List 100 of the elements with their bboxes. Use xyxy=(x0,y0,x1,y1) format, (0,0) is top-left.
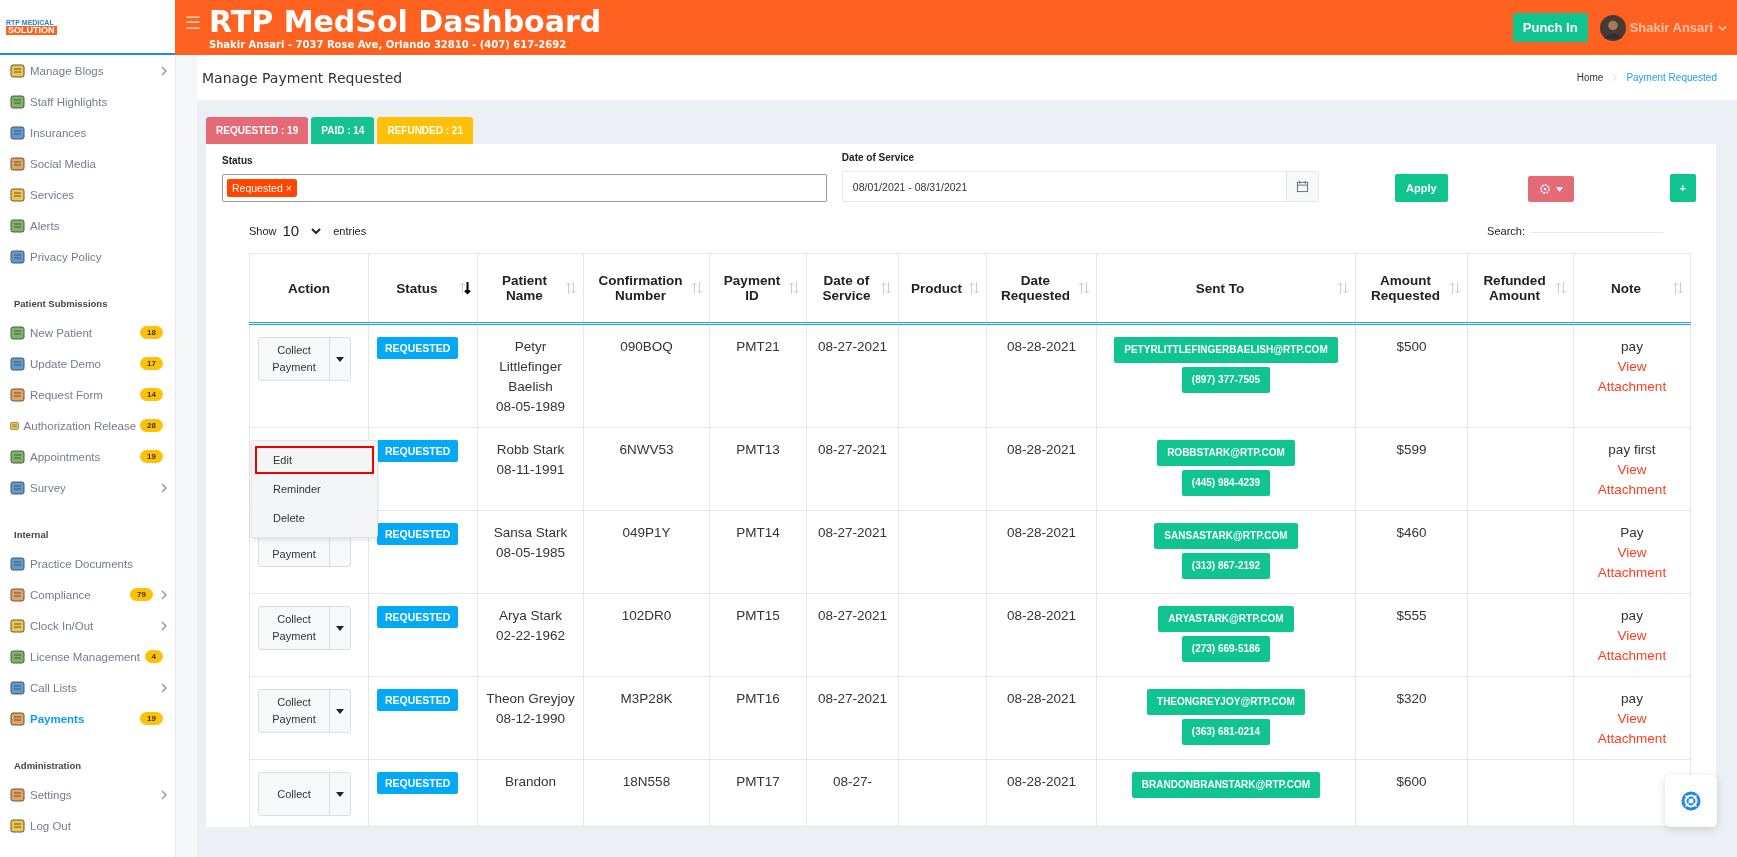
nav-item[interactable]: Authorization Release 28 xyxy=(10,410,175,441)
phone-badge: (313) 867-2192 xyxy=(1181,553,1271,579)
birth-date: 02-22-1962 xyxy=(495,628,566,643)
status-badge: REQUESTED xyxy=(377,772,459,794)
status-badge: REQUESTED xyxy=(377,337,459,359)
column-header[interactable]: Action xyxy=(249,253,369,324)
view-attachment-link[interactable]: View Attachment xyxy=(1582,543,1682,583)
page-title: Manage Payment Requested xyxy=(202,69,403,86)
view-attachment-link[interactable]: View Attachment xyxy=(1582,460,1682,500)
table-cell: 08-27-2021 xyxy=(806,593,899,677)
nav-item[interactable]: Survey xyxy=(10,472,175,503)
sort-icon[interactable] xyxy=(459,281,471,295)
nav-item[interactable]: Payments 19 xyxy=(10,703,175,734)
tile-icon xyxy=(10,648,26,665)
nav-item[interactable]: Practice Documents xyxy=(10,548,175,579)
nav-item[interactable]: Update Demo 17 xyxy=(10,348,175,379)
note-text: pay first xyxy=(1608,442,1656,457)
column-header[interactable]: Sent To xyxy=(1096,253,1356,324)
tile-icon xyxy=(10,817,26,834)
caret-icon[interactable] xyxy=(336,791,344,797)
nav-item[interactable]: Manage Blogs xyxy=(10,55,175,86)
nav-item[interactable]: Call Lists xyxy=(10,672,175,703)
chevron-down-icon xyxy=(311,227,322,234)
table-cell: PMT14 xyxy=(709,510,807,594)
table-cell: PMT21 xyxy=(709,323,807,428)
note-text: Pay xyxy=(1620,525,1644,540)
nav-item[interactable]: Privacy Policy xyxy=(10,241,175,272)
nav-item[interactable]: License Management 4 xyxy=(10,641,175,672)
count-badge: 18 xyxy=(140,326,163,339)
app-subtitle: Shakir Ansari - 7037 Rose Ave, Orlando 32810 - (407) 617-2692 xyxy=(209,39,568,50)
patient-name: Robb Stark xyxy=(496,442,565,457)
nav-item[interactable]: Clock In/Out xyxy=(10,610,175,641)
tile-icon xyxy=(10,93,26,110)
column-header[interactable]: Note xyxy=(1573,253,1691,324)
table-cell: 08-28-2021 xyxy=(986,510,1097,594)
nav-item[interactable]: Log Out xyxy=(10,810,175,841)
phone-badge: (273) 669-5186 xyxy=(1181,636,1271,662)
nav-item[interactable]: Compliance 79 xyxy=(10,579,175,610)
table-cell: $500 xyxy=(1355,323,1468,428)
table-cell: 08-28-2021 xyxy=(986,427,1097,511)
tile-icon xyxy=(10,448,26,465)
nav-item[interactable]: Appointments 19 xyxy=(10,441,175,472)
calendar-icon[interactable] xyxy=(1296,180,1309,193)
tile-icon xyxy=(10,62,26,79)
field-label: Status xyxy=(222,155,254,166)
help-button[interactable] xyxy=(1665,775,1717,827)
table-cell: 049P1Y xyxy=(583,510,710,594)
caret-icon[interactable] xyxy=(336,708,344,714)
nav-item[interactable]: Settings xyxy=(10,779,175,810)
email-badge: SANSASTARK@RTP.COM xyxy=(1154,523,1298,549)
phone-badge: (445) 984-4239 xyxy=(1181,470,1271,496)
caret-icon[interactable] xyxy=(336,356,344,362)
patient-name: Theon Greyjoy xyxy=(486,691,575,706)
birth-date: 08-05-1989 xyxy=(495,399,566,414)
count-badge: 14 xyxy=(140,388,163,401)
caret-icon[interactable] xyxy=(336,625,344,631)
table-cell: 6NWV53 xyxy=(583,427,710,511)
column-header[interactable]: Date Requested xyxy=(986,253,1097,324)
nav-item[interactable]: Social Media xyxy=(10,148,175,179)
table-cell: $599 xyxy=(1355,427,1468,511)
show-label: Show xyxy=(249,224,277,237)
column-header[interactable]: Status xyxy=(368,253,478,324)
view-attachment-link[interactable]: View Attachment xyxy=(1582,357,1682,397)
column-header[interactable]: Date of Service xyxy=(806,253,899,324)
avatar-icon[interactable] xyxy=(1599,14,1626,41)
menu-item[interactable]: Edit xyxy=(255,446,374,474)
scroll-track[interactable] xyxy=(175,55,197,857)
view-attachment-link[interactable]: View Attachment xyxy=(1582,709,1682,749)
nav-item[interactable]: Staff Highlights xyxy=(10,86,175,117)
tile-icon xyxy=(10,386,26,403)
settings-dropdown-button[interactable] xyxy=(1527,176,1574,202)
patient-name: Brandon xyxy=(504,774,556,789)
status-badge: REQUESTED xyxy=(377,689,459,711)
tile-icon xyxy=(10,155,26,172)
nav-item[interactable]: Services xyxy=(10,179,175,210)
table-cell: $555 xyxy=(1355,593,1468,677)
column-header[interactable]: Patient Name xyxy=(477,253,584,324)
menu-item[interactable]: Reminder xyxy=(255,475,374,503)
breadcrumb-link[interactable]: Home xyxy=(1576,72,1604,83)
view-attachment-link[interactable]: View Attachment xyxy=(1582,626,1682,666)
date-range-field[interactable]: 08/01/2021 - 08/31/2021 xyxy=(841,171,1319,202)
count-badge: 19 xyxy=(140,712,163,725)
column-header[interactable]: Payment ID xyxy=(709,253,807,324)
column-header[interactable]: Product xyxy=(898,253,987,324)
chevron-down-icon[interactable] xyxy=(1718,24,1727,31)
status-badge: REQUESTED xyxy=(377,440,459,462)
column-header[interactable]: Refunded Amount xyxy=(1467,253,1574,324)
settings-icon xyxy=(1538,183,1551,195)
column-header[interactable]: Amount Requested xyxy=(1355,253,1468,324)
app-title: RTP MedSol Dashboard xyxy=(209,5,602,39)
table-cell: 08-27-2021 xyxy=(806,676,899,760)
tile-icon xyxy=(10,479,26,496)
nav-item[interactable]: Insurances xyxy=(10,117,175,148)
page-size-select[interactable]: 10 xyxy=(282,222,322,239)
nav-item[interactable]: New Patient 18 xyxy=(10,317,175,348)
table-cell: 08-28-2021 xyxy=(986,593,1097,677)
nav-item[interactable]: Request Form 14 xyxy=(10,379,175,410)
nav-item[interactable]: Alerts xyxy=(10,210,175,241)
count-badge: 28 xyxy=(140,419,163,432)
column-header[interactable]: Confirmation Number xyxy=(583,253,710,324)
